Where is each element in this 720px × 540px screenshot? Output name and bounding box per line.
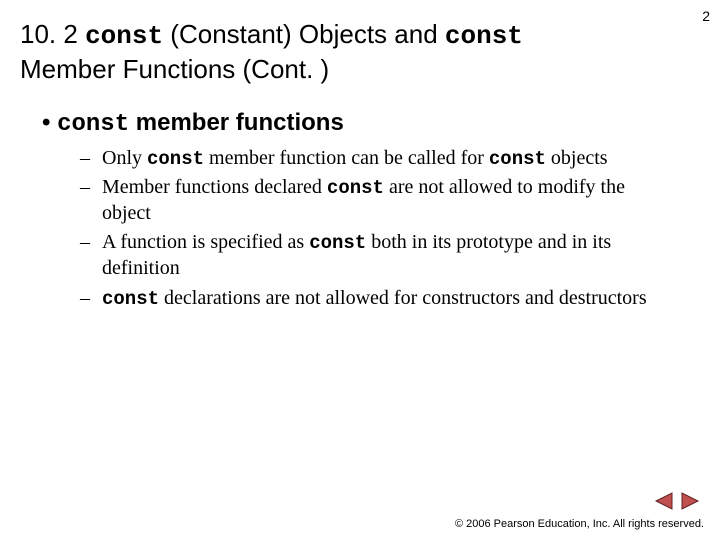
dash-mark: – — [80, 146, 102, 172]
page-number: 2 — [702, 8, 710, 24]
title-mid: (Constant) Objects and — [163, 19, 445, 49]
dash-mark: – — [80, 230, 102, 281]
list-item: – A function is specified as const both … — [80, 230, 670, 281]
next-arrow-button[interactable] — [680, 492, 700, 510]
title-keyword-1: const — [85, 21, 163, 51]
bullet-mark: • — [42, 109, 50, 136]
heading-keyword: const — [57, 111, 129, 138]
bullet-heading: • const member functions — [42, 109, 692, 138]
slide-title: 10. 2 const (Constant) Objects and const… — [20, 18, 620, 87]
list-item: – Only const member function can be call… — [80, 146, 670, 172]
prev-arrow-button[interactable] — [654, 492, 674, 510]
list-item: – Member functions declared const are no… — [80, 175, 670, 226]
list-item-text: Member functions declared const are not … — [102, 175, 670, 226]
list-item-text: Only const member function can be called… — [102, 146, 670, 172]
arrow-right-icon — [680, 492, 700, 510]
sub-bullet-list: – Only const member function can be call… — [80, 146, 670, 312]
title-keyword-2: const — [445, 21, 523, 51]
slide: 2 10. 2 const (Constant) Objects and con… — [0, 0, 720, 540]
list-item-text: A function is specified as const both in… — [102, 230, 670, 281]
dash-mark: – — [80, 286, 102, 312]
list-item-text: const declarations are not allowed for c… — [102, 286, 670, 312]
list-item: – const declarations are not allowed for… — [80, 286, 670, 312]
dash-mark: – — [80, 175, 102, 226]
heading-rest: member functions — [129, 109, 344, 136]
arrow-left-icon — [654, 492, 674, 510]
title-suffix: Member Functions (Cont. ) — [20, 54, 329, 84]
nav-arrow-group — [654, 492, 700, 510]
copyright-footer: © 2006 Pearson Education, Inc. All right… — [455, 518, 704, 530]
title-prefix: 10. 2 — [20, 19, 85, 49]
